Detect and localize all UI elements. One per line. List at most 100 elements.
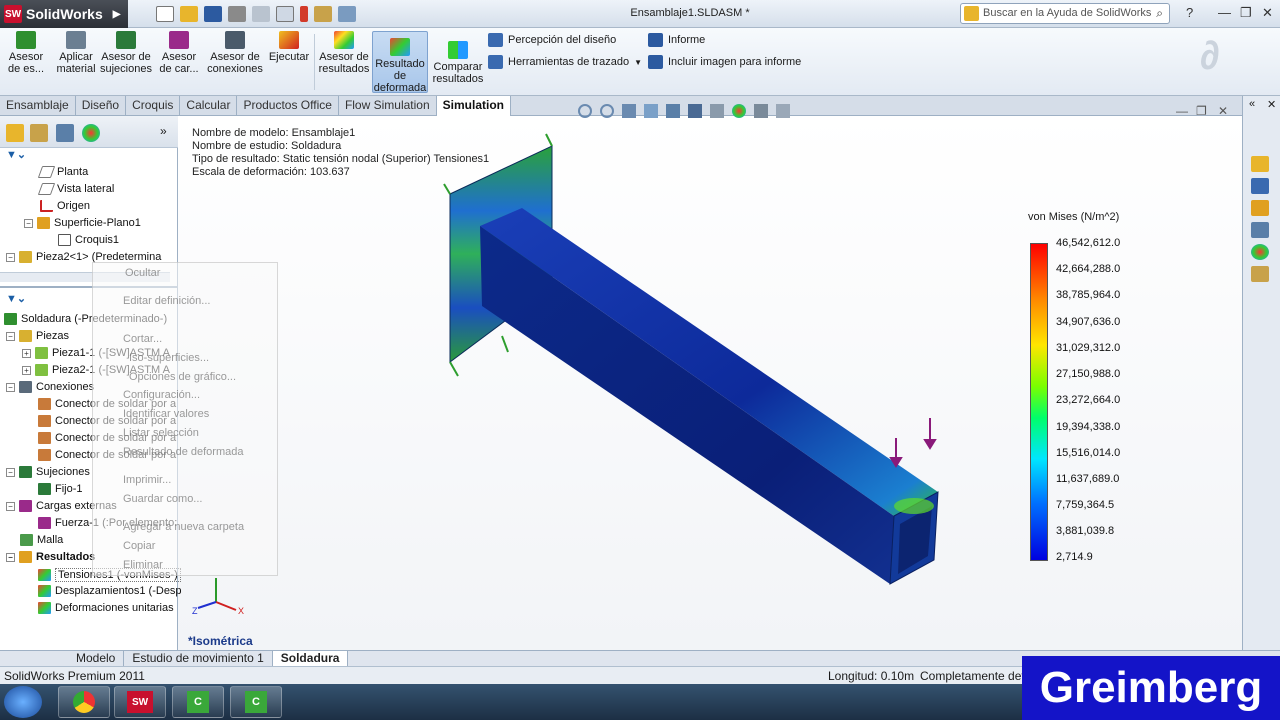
minimize-window-button[interactable]: —	[1218, 5, 1231, 20]
print-icon[interactable]	[228, 6, 246, 22]
tree-resultados[interactable]: − Resultados	[6, 551, 95, 563]
study-advisor-button[interactable]: Asesor de es...	[4, 31, 48, 75]
camtasia-taskbar-button[interactable]: C	[172, 686, 224, 718]
view-palette-icon[interactable]	[1251, 222, 1269, 238]
tree-conexiones[interactable]: − Conexiones	[6, 381, 94, 393]
tab-diseno[interactable]: Diseño	[76, 96, 127, 116]
viewport-restore-icon[interactable]: ❐	[1196, 104, 1207, 118]
search-icon[interactable]: ⌕	[1156, 6, 1163, 21]
zoom-area-icon[interactable]	[600, 104, 614, 118]
tree-item-superficie-plano1[interactable]: − Superficie-Plano1	[24, 217, 141, 229]
custom-properties-icon[interactable]	[1251, 266, 1269, 282]
property-manager-tab-icon[interactable]	[30, 124, 48, 142]
tree-desplazamientos[interactable]: Desplazamientos1 (-Desp	[38, 585, 182, 597]
menu-item-ocultar[interactable]: Ocultar	[125, 267, 160, 279]
file-explorer-icon[interactable]	[1251, 200, 1269, 216]
tree-malla[interactable]: Malla	[20, 534, 63, 546]
menu-item-configuracion[interactable]: Configuración...	[123, 389, 200, 401]
apply-scene-icon[interactable]	[754, 104, 768, 118]
appearances-icon[interactable]	[1251, 244, 1269, 260]
viewport-close-icon[interactable]: ✕	[1218, 104, 1228, 118]
tab-soldadura[interactable]: Soldadura	[272, 651, 349, 666]
tab-estudio-movimiento[interactable]: Estudio de movimiento 1	[124, 651, 273, 666]
menu-item-cortar[interactable]: Cortar...	[123, 333, 162, 345]
report-button[interactable]: Informe	[648, 33, 705, 47]
close-window-button[interactable]: ✕	[1262, 5, 1273, 21]
loads-advisor-button[interactable]: Asesor de car...	[156, 31, 202, 75]
compare-results-button[interactable]: Comparar resultados	[432, 31, 484, 85]
chevron-down-icon[interactable]: ▼	[634, 58, 642, 67]
filter-icon[interactable]: ▼⌄	[6, 148, 26, 161]
home-icon[interactable]	[1251, 156, 1269, 172]
undo-icon[interactable]	[252, 6, 270, 22]
collapse-toggle[interactable]: −	[6, 467, 15, 477]
collapse-toggle[interactable]: −	[6, 331, 15, 341]
tree-piezas[interactable]: − Piezas	[6, 330, 69, 342]
collapse-toggle[interactable]: −	[6, 501, 15, 511]
menu-item-iso-superficies[interactable]: Iso-superficies...	[129, 352, 209, 364]
file-properties-icon[interactable]	[314, 6, 332, 22]
tree-item-vista-lateral[interactable]: Vista lateral	[37, 183, 114, 195]
study-filter-icon[interactable]: ▼⌄	[6, 292, 26, 305]
menu-item-guardar-como[interactable]: Guardar como...	[123, 493, 202, 505]
menu-item-listar-seleccion[interactable]: Listar selección	[123, 427, 199, 439]
menu-item-editar-definicion[interactable]: Editar definición...	[123, 295, 210, 307]
menu-item-resultado-deformada[interactable]: Resultado de deformada	[123, 446, 243, 458]
design-insight-button[interactable]: Percepción del diseño	[488, 33, 616, 47]
include-image-report-button[interactable]: Incluir imagen para informe	[648, 55, 801, 69]
tree-deformaciones[interactable]: Deformaciones unitarias	[38, 602, 174, 614]
tab-modelo[interactable]: Modelo	[68, 651, 125, 666]
menu-item-imprimir[interactable]: Imprimir...	[123, 474, 171, 486]
menu-item-identificar-valores[interactable]: Identificar valores	[123, 408, 209, 420]
select-cursor-icon[interactable]	[276, 6, 294, 22]
new-document-icon[interactable]	[156, 6, 174, 22]
beam-top-face[interactable]	[480, 208, 938, 516]
view-orientation-icon[interactable]	[666, 104, 680, 118]
beam-side-face[interactable]	[480, 226, 894, 584]
menu-item-opciones-grafico[interactable]: Opciones de gráfico...	[129, 371, 236, 383]
results-advisor-button[interactable]: Asesor de resultados	[318, 31, 370, 75]
run-button[interactable]: Ejecutar	[268, 31, 310, 63]
graphics-viewport[interactable]: Nombre de modelo: Ensamblaje1 Nombre de …	[178, 104, 1242, 650]
tree-item-origen[interactable]: Origen	[40, 200, 90, 212]
previous-view-icon[interactable]	[622, 104, 636, 118]
tree-sujeciones[interactable]: − Sujeciones	[6, 466, 90, 478]
collapse-toggle[interactable]: −	[6, 382, 15, 392]
tab-productos-office[interactable]: Productos Office	[237, 96, 339, 116]
chevron-right-icon[interactable]: »	[160, 124, 167, 138]
help-search-input[interactable]: Buscar en la Ayuda de SolidWorks ⌕	[960, 3, 1170, 24]
zoom-to-fit-icon[interactable]	[578, 104, 592, 118]
solidworks-taskbar-button[interactable]: SW	[114, 686, 166, 718]
connections-advisor-button[interactable]: Asesor de conexiones	[206, 31, 264, 75]
tab-croquis[interactable]: Croquis	[126, 96, 181, 116]
collapse-toggle[interactable]: −	[6, 252, 15, 262]
deformed-result-button[interactable]: Resultado de deformada	[372, 31, 428, 94]
task-pane-collapse-icon[interactable]: «	[1249, 98, 1255, 110]
tab-flow-simulation[interactable]: Flow Simulation	[339, 96, 437, 116]
task-pane-close-icon[interactable]: ✕	[1267, 98, 1276, 111]
rebuild-icon[interactable]	[300, 6, 308, 22]
camtasia-recorder-taskbar-button[interactable]: C	[230, 686, 282, 718]
save-icon[interactable]	[204, 6, 222, 22]
open-folder-icon[interactable]	[180, 6, 198, 22]
apply-material-button[interactable]: Aplicar material	[54, 31, 98, 75]
configuration-manager-tab-icon[interactable]	[56, 124, 74, 142]
section-view-icon[interactable]	[644, 104, 658, 118]
chrome-taskbar-button[interactable]	[58, 686, 110, 718]
collapse-toggle[interactable]: −	[6, 552, 15, 562]
start-button[interactable]	[4, 686, 42, 718]
design-library-icon[interactable]	[1251, 178, 1269, 194]
menu-item-agregar-carpeta[interactable]: Agregar a nueva carpeta	[123, 521, 244, 533]
viewport-minimize-icon[interactable]: —	[1176, 104, 1188, 118]
feature-manager-tab-icon[interactable]	[6, 124, 24, 142]
collapse-toggle[interactable]: −	[24, 218, 33, 228]
display-style-icon[interactable]	[688, 104, 702, 118]
tree-item-planta[interactable]: Planta	[37, 166, 88, 178]
display-manager-tab-icon[interactable]	[82, 124, 100, 142]
menu-item-copiar[interactable]: Copiar	[123, 540, 155, 552]
expand-toggle[interactable]: +	[22, 348, 31, 358]
menu-arrow-icon[interactable]: ▶	[113, 9, 121, 20]
beam-stress-model[interactable]	[428, 126, 948, 596]
tab-ensamblaje[interactable]: Ensamblaje	[0, 96, 76, 116]
tree-item-croquis1[interactable]: Croquis1	[58, 234, 119, 246]
